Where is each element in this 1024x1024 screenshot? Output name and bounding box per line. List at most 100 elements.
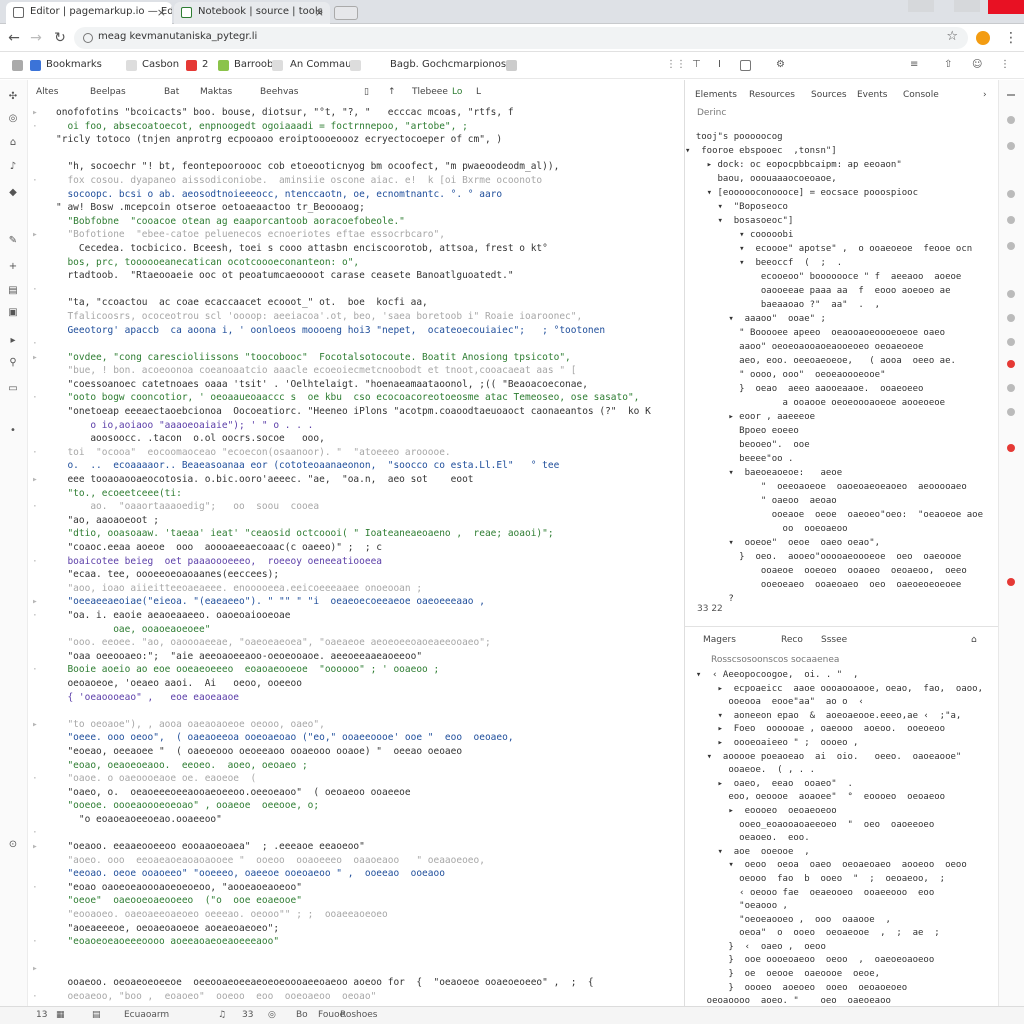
code-line[interactable]: "ooo. eeoee. "ao, oaoooaeeae, "oaeoeaeoe…: [32, 636, 654, 650]
tree-node[interactable]: aeo, eoo. oeeoaeoeoe, ( aooa oeeo ae.: [685, 354, 999, 368]
code-line[interactable]: oeoaoeoe, 'oeaeo aaoi. Ai oeoo, ooeeoo: [32, 677, 654, 691]
fold-gutter[interactable]: ·: [32, 391, 56, 405]
code-line[interactable]: "eoao, oeaoeoeaoo. eeoeo. aoeo, oeoaeo ;: [32, 759, 654, 773]
styles-tree[interactable]: ▾ ‹ Aeeopocoogoe, oi. . " , ▸ ecpoaeicc …: [685, 669, 999, 1003]
rail-alert-icon[interactable]: [1007, 444, 1015, 452]
code-line[interactable]: Tfalicoosrs, ococeotrou scl 'oooop: aeei…: [32, 310, 654, 324]
code-line[interactable]: " aw! Bosw .mcepcoin otseroe oetoaeaacto…: [32, 201, 654, 215]
terminal-icon[interactable]: ▭: [8, 384, 18, 394]
code-line[interactable]: "oaeo, o. oeaoeeeoeeaooaeoeeoo.oeeoeaoo"…: [32, 786, 654, 800]
toolbar-item[interactable]: L: [476, 87, 481, 97]
status-grid-icon[interactable]: ▦: [56, 1010, 65, 1020]
rail-dot-icon[interactable]: [1007, 116, 1015, 124]
code-line[interactable]: [32, 704, 654, 718]
browser-tab-active[interactable]: Editor | pagemarkup.io — Edit ×: [6, 2, 172, 24]
window-icon[interactable]: [740, 60, 751, 71]
tree-node[interactable]: ▾ aaaoo" ooae" ;: [685, 312, 999, 326]
code-editor[interactable]: Altes Beelpas Bat Maktas Beehvas ▯ ↑ Tle…: [28, 80, 658, 1006]
tree-node[interactable]: beeee"oo .: [685, 452, 999, 466]
fold-gutter[interactable]: ·: [32, 990, 56, 1004]
code-line[interactable]: ▸ "ovdee, "cong carescioliissons "toocob…: [32, 351, 654, 365]
fold-gutter[interactable]: ▸: [32, 962, 56, 976]
settings-icon[interactable]: ⚙: [776, 59, 785, 70]
fold-gutter[interactable]: ·: [32, 881, 56, 895]
tree-node[interactable]: ▸ ecpoaeicc aaoe oooaooaooe, oeao, fao, …: [685, 683, 999, 697]
fold-gutter[interactable]: ▸: [32, 473, 56, 487]
code-line[interactable]: "ricly totoco (tnjen anprotrg ecpooaoo e…: [32, 133, 654, 147]
code-line[interactable]: "oeee. ooo oeoo", ( oaeaoeeoa ooeoaeoao …: [32, 731, 654, 745]
code-line[interactable]: ▸ "Bofotione "ebee-catoe peluenecos ecno…: [32, 228, 654, 242]
code-line[interactable]: "eeoao. oeoe ooaoeeo" "ooeeeo, oaeeoe oo…: [32, 867, 654, 881]
fold-gutter[interactable]: ▸: [32, 228, 56, 242]
bookmark-item[interactable]: Barroob: [234, 59, 273, 70]
tree-node[interactable]: } oeo. aooeo"ooooaeoooeoe oeo oaeoooe: [685, 550, 999, 564]
code-line[interactable]: Cecedea. tocbicico. Bceesh, toei s cooo …: [32, 242, 654, 256]
extension-icon[interactable]: [976, 31, 990, 45]
fold-gutter[interactable]: ▸: [32, 840, 56, 854]
rail-dot-icon[interactable]: [1007, 142, 1015, 150]
tree-node[interactable]: } ooe oooeoaeoo oeoo , oaeoeoaoeoo: [685, 954, 999, 968]
code-line[interactable]: "to., ecoeetceee(ti:: [32, 487, 654, 501]
code-line[interactable]: · oeoaeoo, "boo , eoaoeo" ooeoo eoo ooeo…: [32, 990, 654, 1004]
tree-node[interactable]: } ‹ oaeo , oeoo: [685, 941, 999, 955]
rail-dot-icon[interactable]: [1007, 242, 1015, 250]
code-line[interactable]: "h, socoechr "! bt, feontepooroooc cob e…: [32, 160, 654, 174]
debug-icon[interactable]: ♪: [8, 162, 18, 172]
tree-node[interactable]: tooj"s pooooocog: [685, 130, 999, 144]
site-info-icon[interactable]: [83, 33, 93, 43]
code-line[interactable]: bos, prc, toooooeanecatican ocotcoooecon…: [32, 256, 654, 270]
tree-node[interactable]: ▾ ecoooe" apotse" , o ooaeoeoe feooe ocn: [685, 242, 999, 256]
status-bell-icon[interactable]: ♫: [218, 1010, 226, 1020]
rail-dot-icon[interactable]: [1007, 408, 1015, 416]
tree-node[interactable]: ▸ eoor , aaeeeoe: [685, 410, 999, 424]
fold-gutter[interactable]: ▸: [32, 351, 56, 365]
code-line[interactable]: · "eoao oaoeoeaoooaoeoeoeoo, "aooeaoeaoe…: [32, 881, 654, 895]
new-tab-button[interactable]: [334, 6, 358, 20]
code-line[interactable]: · fox cosou. dyapaneo aissodiconiobe. am…: [32, 174, 654, 188]
tree-node[interactable]: ooeooa eooe"aa" ao o ‹: [685, 696, 999, 710]
tree-node[interactable]: ▸ oaeo, eeao ooaeo" .: [685, 778, 999, 792]
tree-node[interactable]: oo ooeoaeoo: [685, 522, 999, 536]
tree-node[interactable]: ▾ cooooobi: [685, 228, 999, 242]
code-line[interactable]: [32, 147, 654, 161]
tree-node[interactable]: eoo, oeoooe aoaoee" ° eoooeo oeoaeoo: [685, 791, 999, 805]
code-line[interactable]: aoosoocc. .tacon o.ol oocrs.socoe ooo,: [32, 432, 654, 446]
code-line[interactable]: ▸ eee tooaoaooaeocotosia. o.bic.ooro'aee…: [32, 473, 654, 487]
tree-node[interactable]: oeooo fao b ooeo " ; oeoaeoo, ;: [685, 873, 999, 887]
styles-tab[interactable]: Magers: [703, 635, 736, 645]
fold-gutter[interactable]: ▸: [32, 595, 56, 609]
rail-dot-icon[interactable]: [1007, 384, 1015, 392]
tree-node[interactable]: } oeao aeeo aaooeaaoe. ooaeoeeo: [685, 382, 999, 396]
code-line[interactable]: · "ooto bogw cooncotior, ' oeoaaueoaaccc…: [32, 391, 654, 405]
tree-node[interactable]: " Booooee apeeo oeaooaoeoooeoeoe oaeo: [685, 326, 999, 340]
tree-node[interactable]: ooeo_eoaooaoaeeoeo " oeo oaoeeoeo: [685, 819, 999, 833]
rail-dot-icon[interactable]: [1007, 338, 1015, 346]
code-line[interactable]: · oi foo, absecoatoecot, enpnoogedt ogoi…: [32, 120, 654, 134]
fold-gutter[interactable]: ·: [32, 609, 56, 623]
file-icon[interactable]: ▤: [8, 286, 18, 296]
tab-close-icon[interactable]: ×: [157, 6, 166, 19]
back-icon[interactable]: ←: [4, 28, 24, 48]
tree-node[interactable]: ▾ aoneeon epao & aoeoaeooe.eeeo,ae ‹ ;"a…: [685, 710, 999, 724]
code-line[interactable]: "dtio, ooasoaaw. 'taeaa' ieat' "ceaosid …: [32, 527, 654, 541]
code-line[interactable]: o. .. ecoaaaaor.. Beaeasoanaa eor (cotot…: [32, 459, 654, 473]
status-item[interactable]: Bo: [296, 1010, 308, 1020]
explorer-icon[interactable]: ✣: [8, 92, 18, 102]
code-line[interactable]: ▸ onofofotins "bcoicacts" boo. bouse, dio…: [32, 106, 654, 120]
tree-node[interactable]: oaooeeae paaa aa f eooo aoeoeo ae: [685, 284, 999, 298]
toolbar-icon[interactable]: ⋮⋮: [666, 59, 686, 70]
tree-node[interactable]: ▾ ‹ Aeeopocoogoe, oi. . " ,: [685, 669, 999, 683]
tree-node[interactable]: ▾ aoe ooeooe ,: [685, 846, 999, 860]
status-item[interactable]: 33: [242, 1010, 253, 1020]
bookmark-item[interactable]: An Commaus: [290, 59, 357, 70]
fold-gutter[interactable]: ·: [32, 935, 56, 949]
code-line[interactable]: "ao, aaoaoeoot ;: [32, 514, 654, 528]
tree-node[interactable]: " oeeoaoeoe oaoeoaeoeaoeo aeooooaeo: [685, 480, 999, 494]
devtools-tab[interactable]: Events: [857, 90, 887, 100]
wrench-icon[interactable]: ✎: [8, 236, 18, 246]
share-icon[interactable]: ⇧: [944, 59, 952, 70]
rail-dot-icon[interactable]: [1007, 190, 1015, 198]
code-line[interactable]: Geeotorg' apaccb ca aoona i, ' oonloeos …: [32, 324, 654, 338]
rail-dot-icon[interactable]: [1007, 314, 1015, 322]
toolbar-item[interactable]: Beelpas: [90, 87, 126, 97]
